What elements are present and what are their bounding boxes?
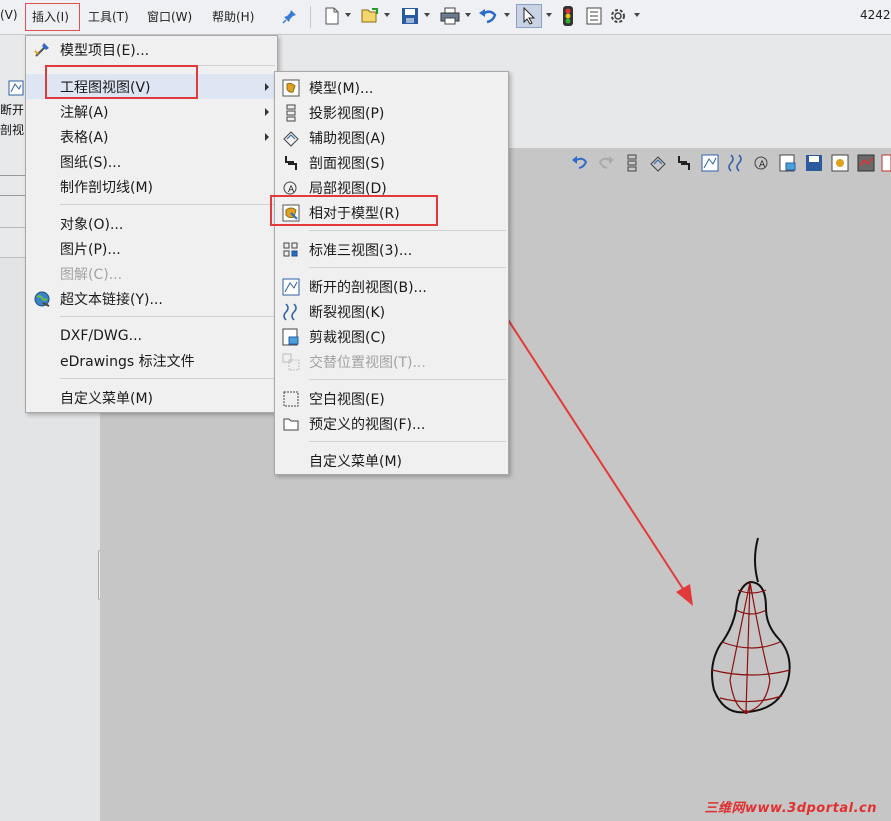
submenu-item-empty[interactable]: 空白视图(E) [275, 386, 508, 411]
menu-item-picture[interactable]: 图片(P)... [26, 236, 277, 261]
menu-separator [309, 379, 506, 380]
watermark: 三维网www.3dportal.cn [704, 801, 877, 816]
menu-separator [60, 378, 275, 379]
model-items-icon [32, 40, 52, 60]
empty-view-icon [281, 389, 301, 409]
submenu-arrow-icon [265, 133, 269, 141]
model-view-icon [281, 78, 301, 98]
section-view-icon [281, 153, 301, 173]
menu-separator [60, 204, 275, 205]
submenu-item-auxiliary[interactable]: 辅助视图(A) [275, 125, 508, 150]
predefined-view-icon [281, 414, 301, 434]
menu-item-edrawings-markup[interactable]: eDrawings 标注文件 [26, 348, 277, 373]
projected-view-icon [281, 103, 301, 123]
menu-item-make-section-line[interactable]: 制作剖切线(M) [26, 174, 277, 199]
submenu-item-section[interactable]: 剖面视图(S) [275, 150, 508, 175]
hyperlink-globe-icon [32, 289, 52, 309]
submenu-item-model[interactable]: 模型(M)... [275, 75, 508, 100]
break-view-icon [281, 302, 301, 322]
submenu-item-predefined[interactable]: 预定义的视图(F)... [275, 411, 508, 436]
submenu-arrow-icon [265, 83, 269, 91]
menu-item-tables[interactable]: 表格(A) [26, 124, 277, 149]
menu-separator [309, 441, 506, 442]
menu-item-object[interactable]: 对象(O)... [26, 211, 277, 236]
submenu-item-broken-out-section[interactable]: 断开的剖视图(B)... [275, 274, 508, 299]
submenu-item-projected[interactable]: 投影视图(P) [275, 100, 508, 125]
menu-item-annotations[interactable]: 注解(A) [26, 99, 277, 124]
submenu-item-alternate-position: 交替位置视图(T)... [275, 349, 508, 374]
broken-out-section-icon [281, 277, 301, 297]
menu-item-model-items[interactable]: 模型项目(E)... [26, 37, 277, 62]
submenu-item-standard-3-view[interactable]: 标准三视图(3)... [275, 237, 508, 262]
crop-view-icon [281, 327, 301, 347]
submenu-arrow-icon [265, 108, 269, 116]
submenu-item-customize-menu[interactable]: 自定义菜单(M) [275, 448, 508, 473]
menu-separator [60, 316, 275, 317]
menu-separator [309, 267, 506, 268]
submenu-item-crop[interactable]: 剪裁视图(C) [275, 324, 508, 349]
submenu-item-break[interactable]: 断裂视图(K) [275, 299, 508, 324]
menu-item-customize-menu[interactable]: 自定义菜单(M) [26, 385, 277, 410]
drawing-view-submenu: 模型(M)... 投影视图(P) 辅助视图(A) 剖面视图(S) A 局部视图(… [274, 71, 509, 475]
alternate-position-view-icon [281, 352, 301, 372]
menu-item-hyperlink[interactable]: 超文本链接(Y)... [26, 286, 277, 311]
svg-text:A: A [288, 185, 295, 195]
highlight-box-drawing-view [45, 65, 198, 99]
auxiliary-view-icon [281, 128, 301, 148]
menu-item-dxf-dwg[interactable]: DXF/DWG... [26, 323, 277, 348]
menu-separator [309, 230, 506, 231]
menu-item-diagram: 图解(C)... [60, 266, 123, 283]
highlight-box-relative-to-model [270, 195, 438, 226]
standard-3-view-icon [281, 240, 301, 260]
menu-item-sheet[interactable]: 图纸(S)... [26, 149, 277, 174]
